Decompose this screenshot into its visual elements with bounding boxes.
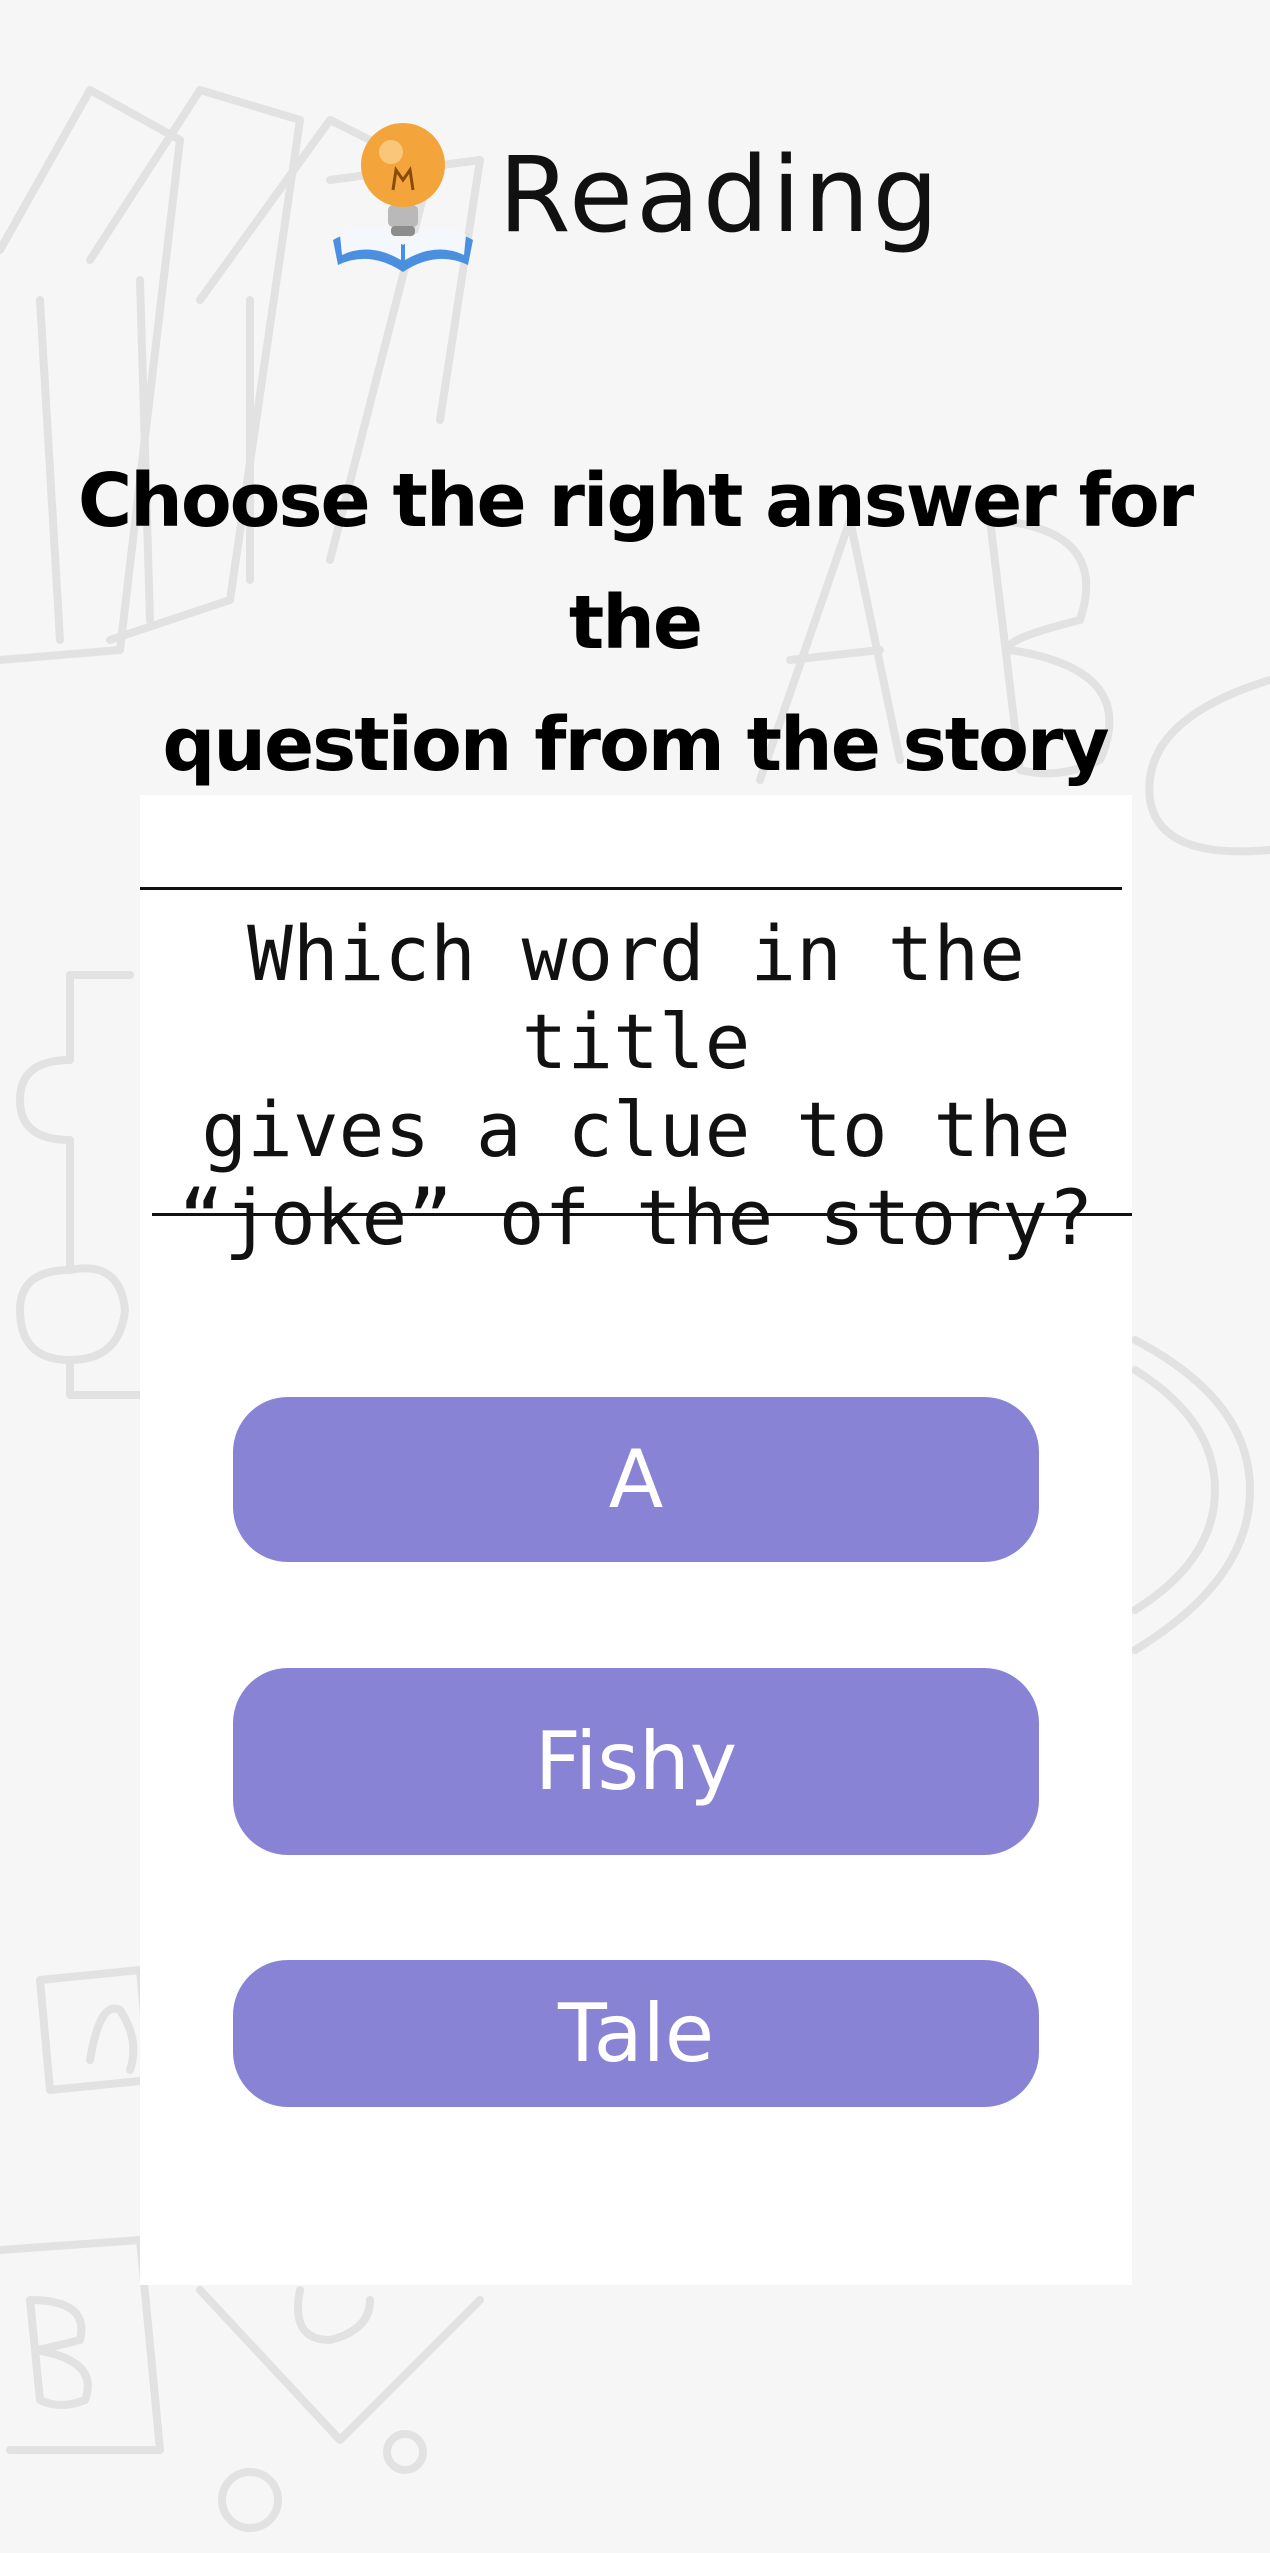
question-card: Which word in the title gives a clue to …	[140, 795, 1132, 2285]
question-text: Which word in the title gives a clue to …	[140, 910, 1132, 1262]
page-header: Reading	[0, 110, 1270, 280]
instruction-text: Choose the right answer for the question…	[0, 440, 1270, 806]
answer-button-a[interactable]: A	[233, 1397, 1039, 1562]
answer-button-tale[interactable]: Tale	[233, 1960, 1039, 2107]
question-divider-bottom	[152, 1213, 1132, 1216]
answer-button-fishy[interactable]: Fishy	[233, 1668, 1039, 1855]
instruction-line-1: Choose the right answer for the	[77, 458, 1194, 666]
question-line-1: Which word in the title	[247, 909, 1025, 1086]
page-title: Reading	[498, 134, 942, 256]
lightbulb-book-icon	[333, 123, 474, 272]
question-line-2: gives a clue to the	[201, 1085, 1071, 1174]
instruction-line-2: question from the story	[162, 702, 1109, 788]
question-divider-top	[140, 887, 1122, 890]
question-line-3: “joke” of the story?	[178, 1173, 1094, 1262]
